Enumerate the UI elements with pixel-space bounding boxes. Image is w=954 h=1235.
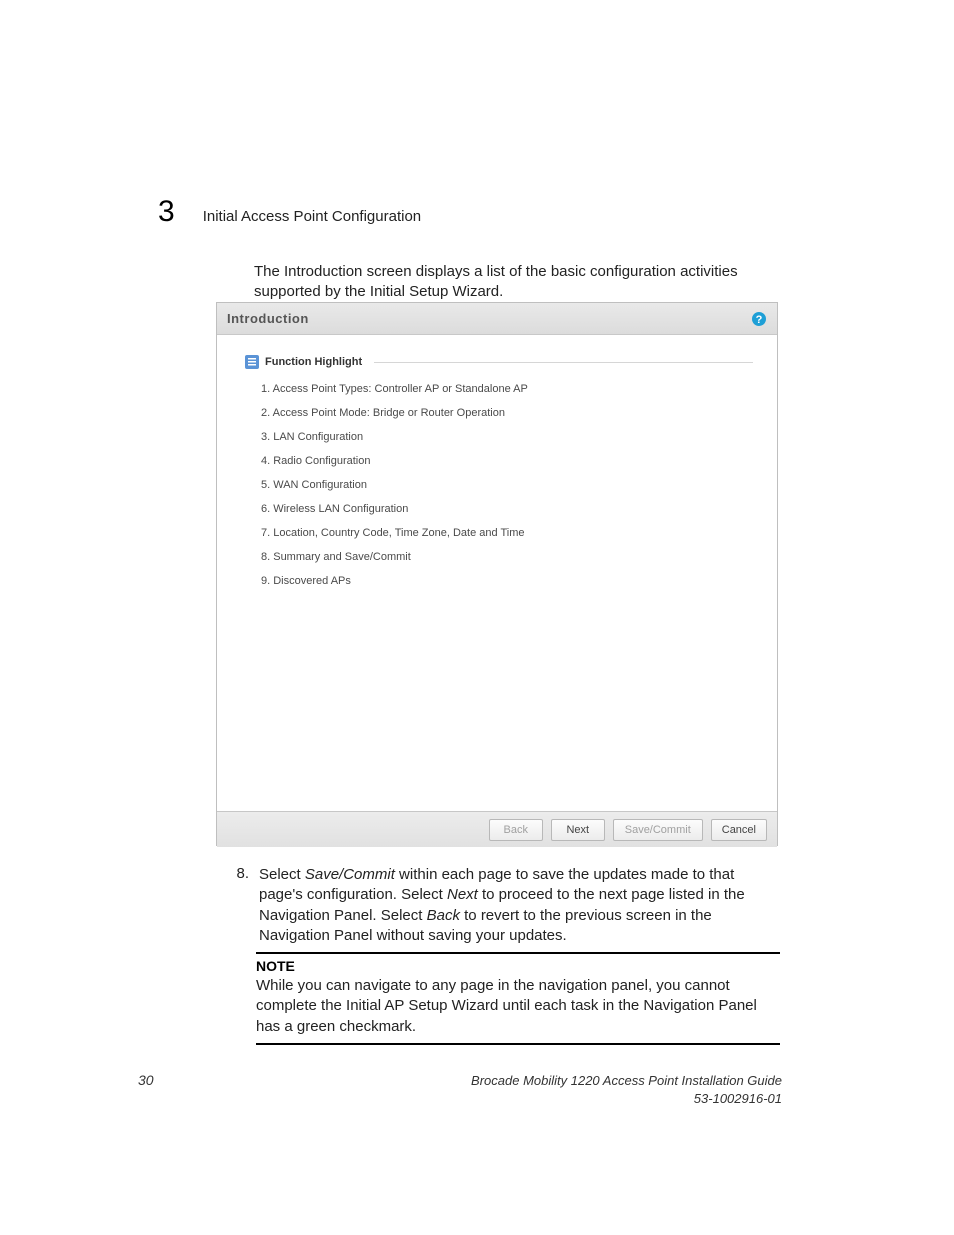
wizard-dialog: Introduction ? Function Highlight 1. Acc… bbox=[216, 302, 778, 846]
page: 3 Initial Access Point Configuration The… bbox=[0, 0, 954, 1235]
text-span: Select bbox=[259, 866, 305, 883]
list-item: 7. Location, Country Code, Time Zone, Da… bbox=[261, 527, 753, 539]
note-text: While you can navigate to any page in th… bbox=[256, 976, 780, 1037]
back-term: Back bbox=[427, 907, 460, 924]
list-item: 3. LAN Configuration bbox=[261, 431, 753, 443]
fieldset-label: Function Highlight bbox=[265, 356, 362, 368]
help-icon[interactable]: ? bbox=[751, 311, 767, 327]
page-footer: 30 Brocade Mobility 1220 Access Point In… bbox=[138, 1072, 782, 1107]
save-commit-button[interactable]: Save/Commit bbox=[613, 819, 703, 841]
doc-title-block: Brocade Mobility 1220 Access Point Insta… bbox=[471, 1072, 782, 1107]
list-item: 9. Discovered APs bbox=[261, 575, 753, 587]
function-list: 1. Access Point Types: Controller AP or … bbox=[245, 383, 753, 587]
next-term: Next bbox=[447, 886, 478, 903]
note-rule-top bbox=[256, 952, 780, 954]
page-number: 30 bbox=[138, 1072, 154, 1088]
step-text: Select Save/Commit within each page to s… bbox=[259, 865, 781, 946]
step-8: 8. Select Save/Commit within each page t… bbox=[231, 865, 781, 946]
chapter-title: Initial Access Point Configuration bbox=[203, 208, 421, 225]
list-item: 1. Access Point Types: Controller AP or … bbox=[261, 383, 753, 395]
save-commit-term: Save/Commit bbox=[305, 866, 395, 883]
note-heading: NOTE bbox=[256, 958, 780, 974]
list-item: 4. Radio Configuration bbox=[261, 455, 753, 467]
svg-text:?: ? bbox=[756, 314, 763, 326]
chapter-heading: 3 Initial Access Point Configuration bbox=[158, 195, 421, 229]
list-item: 8. Summary and Save/Commit bbox=[261, 551, 753, 563]
step-number: 8. bbox=[231, 865, 249, 946]
list-icon bbox=[245, 355, 259, 369]
next-button[interactable]: Next bbox=[551, 819, 605, 841]
back-button[interactable]: Back bbox=[489, 819, 543, 841]
dialog-header: Introduction ? bbox=[217, 303, 777, 335]
list-item: 6. Wireless LAN Configuration bbox=[261, 503, 753, 515]
cancel-button[interactable]: Cancel bbox=[711, 819, 767, 841]
fieldset-header: Function Highlight bbox=[245, 355, 753, 369]
note-rule-bottom bbox=[256, 1043, 780, 1045]
dialog-footer: Back Next Save/Commit Cancel bbox=[217, 811, 777, 847]
fieldset-divider bbox=[374, 362, 753, 363]
dialog-body: Function Highlight 1. Access Point Types… bbox=[217, 335, 777, 811]
doc-number: 53-1002916-01 bbox=[471, 1090, 782, 1108]
dialog-title: Introduction bbox=[227, 311, 309, 326]
chapter-number: 3 bbox=[158, 195, 175, 229]
intro-paragraph: The Introduction screen displays a list … bbox=[254, 262, 776, 303]
list-item: 2. Access Point Mode: Bridge or Router O… bbox=[261, 407, 753, 419]
note-block: NOTE While you can navigate to any page … bbox=[256, 952, 780, 1049]
list-item: 5. WAN Configuration bbox=[261, 479, 753, 491]
doc-title: Brocade Mobility 1220 Access Point Insta… bbox=[471, 1072, 782, 1090]
